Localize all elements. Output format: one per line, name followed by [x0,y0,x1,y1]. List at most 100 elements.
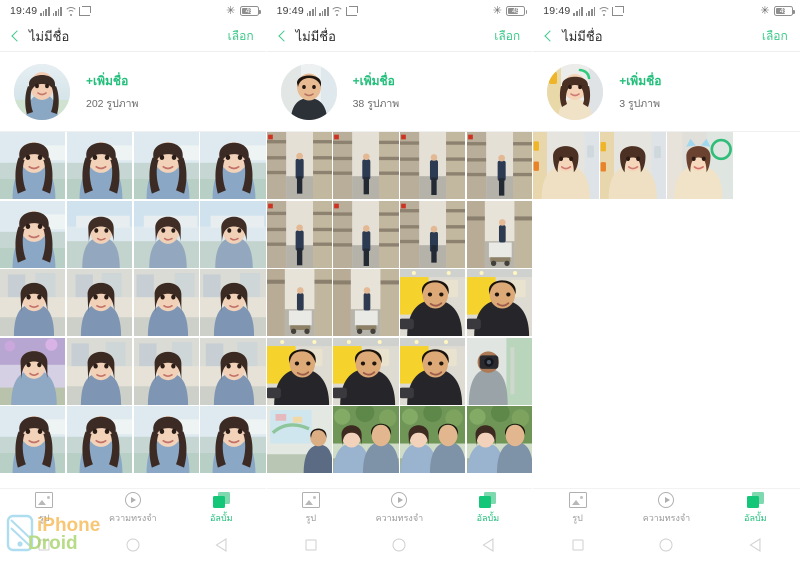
tab-memories[interactable]: ความทรงจำ [622,492,711,525]
tab-albums[interactable]: อัลบั้ม [177,492,266,525]
wifi-icon [598,7,609,16]
photo-thumbnail[interactable] [66,337,133,405]
square-recents-icon[interactable] [565,532,591,558]
chevron-left-icon[interactable] [275,29,291,45]
photo-thumbnail[interactable] [200,132,266,199]
tab-albums[interactable]: อัลบั้ม [711,492,800,525]
photo-grid[interactable] [0,132,266,488]
memories-icon [124,492,141,508]
tab-label: รูป [305,513,317,523]
circle-home-icon[interactable] [386,532,412,558]
photo-thumbnail[interactable] [333,269,399,336]
cast-icon [345,5,358,16]
photo-thumbnail[interactable] [400,200,466,268]
photo-thumbnail[interactable] [66,132,133,199]
photo-thumbnail[interactable] [266,269,332,336]
albums-icon [479,492,497,508]
photo-grid[interactable] [266,132,533,488]
person-header[interactable]: +เพิ่มชื่อ 202 รูปภาพ [0,52,266,132]
status-time: 19:49 [276,5,304,17]
photo-thumbnail[interactable] [133,200,199,268]
app-bar: ไม่มีชื่อ เลือก [266,22,533,52]
person-meta: +เพิ่มชื่อ 38 รูปภาพ [353,72,400,112]
photo-thumbnail[interactable] [533,132,599,199]
avatar[interactable] [14,63,70,120]
circle-home-icon[interactable] [653,532,679,558]
photo-thumbnail[interactable] [66,269,133,336]
photo-thumbnail[interactable] [400,132,466,199]
photo-thumbnail[interactable] [133,132,199,199]
triangle-back-icon[interactable] [475,532,501,558]
photo-thumbnail[interactable] [266,406,332,473]
photo-thumbnail[interactable] [133,406,199,473]
tab-label: ความทรงจำ [642,513,691,523]
triangle-back-icon[interactable] [208,532,234,558]
tab-memories[interactable]: ความทรงจำ [355,492,444,525]
photo-thumbnail[interactable] [66,200,133,268]
person-header[interactable]: +เพิ่มชื่อ 3 รูปภาพ [533,52,800,132]
tab-photos[interactable]: รูป [533,492,622,525]
bottom-tab-bar: รูป ความทรงจำ อัลบั้ม [266,488,533,528]
avatar[interactable] [280,63,337,120]
select-button[interactable]: เลือก [494,27,520,46]
photo-thumbnail[interactable] [0,406,66,473]
photo-thumbnail[interactable] [266,200,332,268]
albums-icon [212,492,230,508]
select-button[interactable]: เลือก [228,27,254,46]
photo-thumbnail[interactable] [200,269,266,336]
person-header[interactable]: +เพิ่มชื่อ 38 รูปภาพ [266,52,533,132]
photo-thumbnail[interactable] [466,200,533,268]
photo-thumbnail[interactable] [333,406,399,473]
android-nav-bar [0,528,266,562]
photo-thumbnail[interactable] [133,269,199,336]
page-title: ไม่มีชื่อ [29,29,70,44]
photo-thumbnail[interactable] [0,337,66,405]
page-title: ไม่มีชื่อ [562,29,603,44]
tab-photos[interactable]: รูป [267,492,356,525]
wifi-icon [332,7,343,16]
photo-grid[interactable] [533,132,800,488]
photo-thumbnail[interactable] [200,200,266,268]
photo-thumbnail[interactable] [333,132,399,199]
photo-thumbnail[interactable] [400,337,466,405]
photo-thumbnail[interactable] [466,406,533,473]
chevron-left-icon[interactable] [8,29,24,45]
photo-thumbnail[interactable] [466,337,533,405]
signal-icon [306,6,317,16]
phone-panel-2: 19:49 ✳ 49 ไม่มีชื่อ เลือก +เพิ่มชื่อ 38… [266,0,534,562]
tab-memories[interactable]: ความทรงจำ [89,492,178,525]
battery-percent: 49 [512,7,520,15]
avatar[interactable] [547,63,604,120]
photo-thumbnail[interactable] [266,132,332,199]
photo-thumbnail[interactable] [466,269,533,336]
photo-thumbnail[interactable] [400,406,466,473]
photo-thumbnail[interactable] [667,132,733,199]
photo-thumbnail[interactable] [200,337,266,405]
battery-icon: 49 [239,6,261,16]
photo-thumbnail[interactable] [400,269,466,336]
signal-icon [585,6,596,16]
square-recents-icon[interactable] [31,532,57,558]
chevron-left-icon[interactable] [541,29,557,45]
photo-thumbnail[interactable] [0,132,66,199]
photo-thumbnail[interactable] [66,406,133,473]
tab-photos[interactable]: รูป [0,492,89,525]
photo-thumbnail[interactable] [0,200,66,268]
circle-home-icon[interactable] [120,532,146,558]
add-name-button[interactable]: +เพิ่มชื่อ [353,72,400,91]
battery-icon: 49 [506,6,528,16]
photo-thumbnail[interactable] [0,269,66,336]
photo-thumbnail[interactable] [133,337,199,405]
photo-thumbnail[interactable] [200,406,266,473]
photo-thumbnail[interactable] [466,132,533,199]
select-button[interactable]: เลือก [762,27,788,46]
photo-thumbnail[interactable] [333,200,399,268]
add-name-button[interactable]: +เพิ่มชื่อ [619,72,661,91]
square-recents-icon[interactable] [298,532,324,558]
photo-thumbnail[interactable] [600,132,666,199]
add-name-button[interactable]: +เพิ่มชื่อ [86,72,138,91]
photo-thumbnail[interactable] [266,337,332,405]
triangle-back-icon[interactable] [742,532,768,558]
tab-albums[interactable]: อัลบั้ม [444,492,533,525]
photo-thumbnail[interactable] [333,337,399,405]
